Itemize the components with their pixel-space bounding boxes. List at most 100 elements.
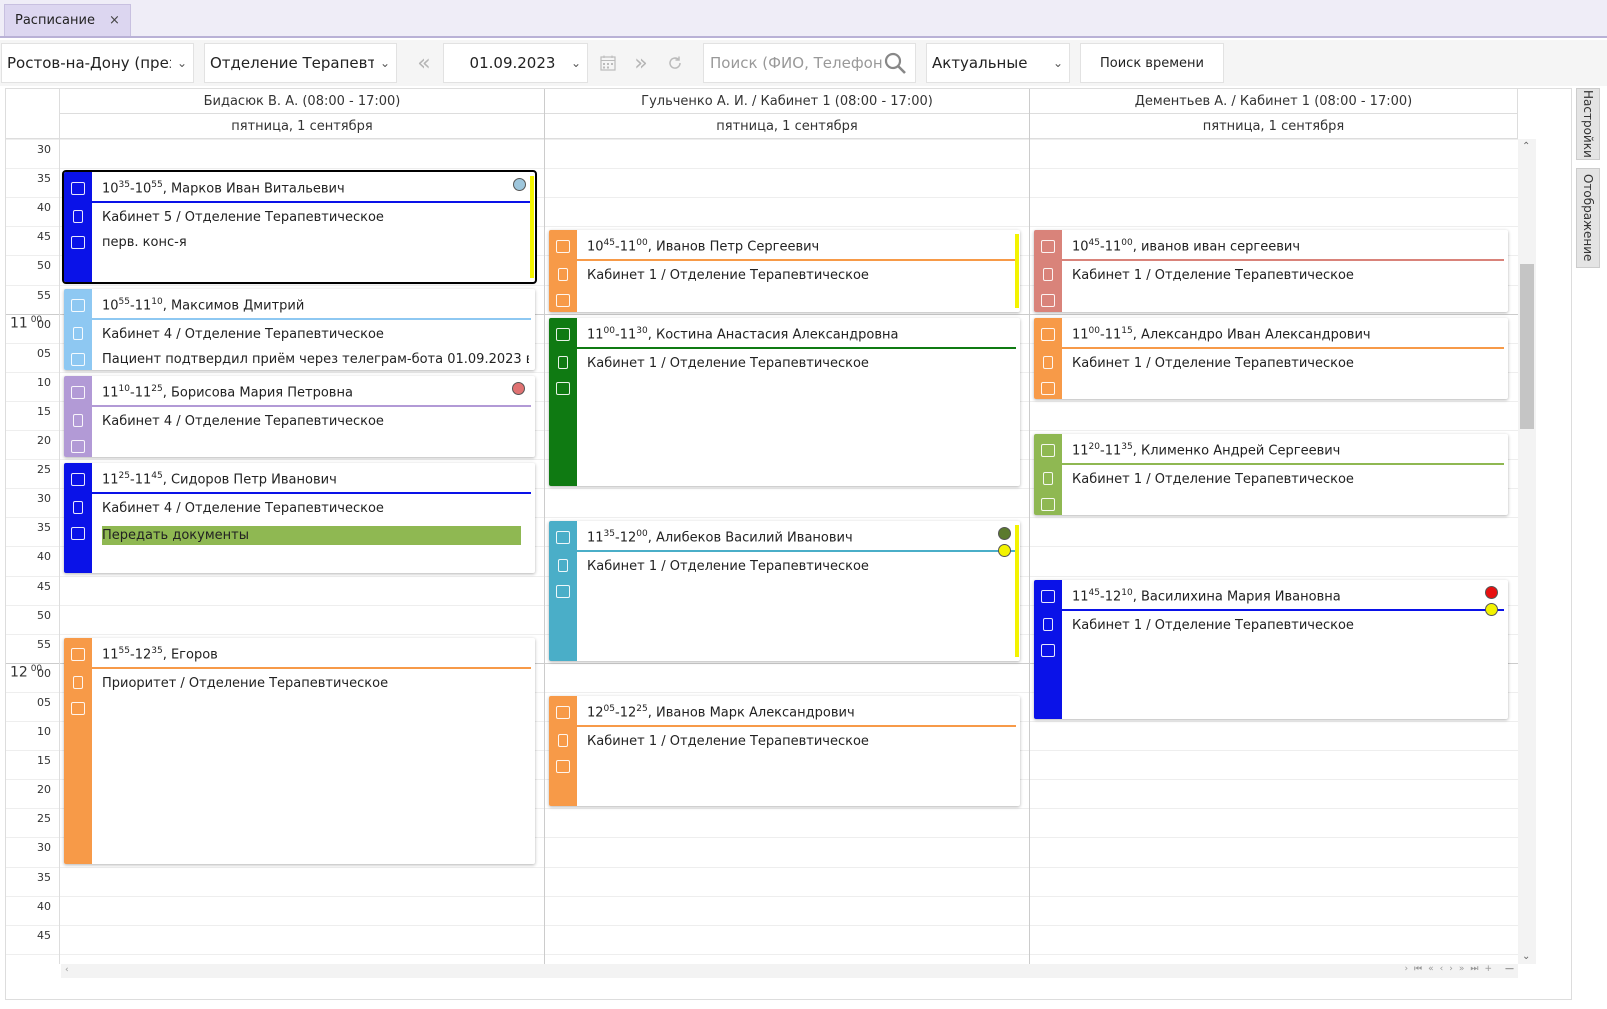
time-label: 45 (37, 230, 51, 244)
vertical-scrollbar[interactable]: ⌃ ⌄ (1518, 139, 1536, 964)
patient-card-icon[interactable] (1041, 327, 1055, 341)
status-dot (512, 381, 525, 395)
calendar-button[interactable] (591, 43, 625, 83)
comment-icon[interactable] (1041, 498, 1055, 511)
department-select[interactable]: Отделение Терапевтиче ⌄ (204, 43, 397, 83)
appointment-card[interactable]: 1045-1100, Иванов Петр Сергеевич Кабинет… (549, 230, 1020, 312)
side-tab-display[interactable]: Отображение (1576, 168, 1600, 268)
comment-icon[interactable] (1041, 381, 1055, 395)
patient-card-icon[interactable] (71, 385, 85, 399)
tab-schedule[interactable]: Расписание × (4, 4, 131, 36)
comment-icon[interactable] (556, 759, 570, 773)
patient-card-icon[interactable] (556, 705, 570, 719)
comment-icon[interactable] (556, 294, 570, 308)
refresh-button[interactable] (658, 43, 692, 83)
patient-card-icon[interactable] (556, 531, 570, 545)
comment-icon[interactable] (71, 701, 85, 715)
date-picker[interactable]: 01.09.2023 ⌄ (443, 43, 588, 83)
search-input[interactable]: Поиск (ФИО, Телефон) (704, 54, 883, 72)
prev-day-button[interactable]: « (407, 43, 441, 83)
time-label: 55 (37, 637, 51, 651)
search-box[interactable]: Поиск (ФИО, Телефон) (703, 43, 916, 83)
start-minute: 45 (1088, 587, 1100, 598)
patient-card-icon[interactable] (1041, 589, 1055, 603)
appointment-color-bar (549, 230, 577, 312)
patient-card-icon[interactable] (556, 240, 570, 254)
door-icon[interactable] (1043, 617, 1053, 631)
pager-controls-icon[interactable]: ›⏮«‹›»⏭+ (1404, 964, 1498, 974)
comment-icon[interactable] (71, 236, 85, 250)
door-icon[interactable] (558, 355, 568, 369)
scrollbar-thumb[interactable] (1520, 264, 1534, 429)
time-label: 20 (37, 783, 51, 797)
appointment-card[interactable]: 1155-1235, Егоров Приоритет / Отделение … (64, 637, 535, 865)
branch-select[interactable]: Ростов-на-Дону (презе ⌄ (1, 43, 194, 83)
find-time-button[interactable]: Поиск времени (1080, 43, 1224, 83)
appointment-color-bar (64, 375, 92, 458)
door-icon[interactable] (73, 501, 83, 515)
room-department: Кабинет 4 / Отделение Терапевтическое (102, 413, 384, 429)
patient-name: , Егоров (162, 647, 218, 663)
appointment-card[interactable]: 1045-1100, иванов иван сергеевич Кабинет… (1034, 230, 1508, 312)
comment-icon[interactable] (71, 527, 85, 541)
patient-card-icon[interactable] (1041, 444, 1055, 457)
door-icon[interactable] (73, 210, 83, 224)
door-icon[interactable] (1043, 472, 1053, 485)
patient-card-icon[interactable] (71, 298, 85, 312)
horizontal-scrollbar[interactable]: ‹ ›⏮«‹›»⏭+ — (61, 964, 1518, 978)
patient-card-icon[interactable] (71, 473, 85, 487)
zoom-out-icon[interactable]: — (1505, 964, 1514, 974)
close-icon[interactable]: × (109, 13, 120, 28)
appointment-card[interactable]: 1120-1135, Клименко Андрей Сергеевич Каб… (1034, 434, 1508, 516)
appointment-color-bar (64, 463, 92, 574)
appointment-card[interactable]: 1100-1115, Александро Иван Александрович… (1034, 317, 1508, 399)
door-icon[interactable] (73, 675, 83, 689)
comment-icon[interactable] (1041, 643, 1055, 657)
patient-card-icon[interactable] (1041, 240, 1055, 254)
patient-card-icon[interactable] (71, 647, 85, 661)
door-icon[interactable] (558, 733, 568, 747)
patient-card-icon[interactable] (556, 327, 570, 341)
scroll-up-icon[interactable]: ⌃ (1522, 141, 1530, 152)
door-icon[interactable] (558, 559, 568, 573)
appointment-card[interactable]: 1145-1210, Василихина Мария Ивановна Каб… (1034, 579, 1508, 719)
appointment-color-bar (1034, 579, 1062, 719)
comment-icon[interactable] (1041, 294, 1055, 308)
door-icon[interactable] (1043, 268, 1053, 282)
comment-icon[interactable] (71, 439, 85, 453)
scroll-down-icon[interactable]: ⌄ (1522, 951, 1530, 962)
time-label: 05 (37, 346, 51, 360)
room-department: Кабинет 4 / Отделение Терапевтическое (102, 326, 384, 342)
comment-icon[interactable] (71, 352, 85, 366)
comment-icon[interactable] (556, 585, 570, 599)
double-chevron-right-icon: » (634, 50, 648, 76)
appointment-card[interactable]: 1100-1130, Костина Анастасия Александров… (549, 317, 1020, 487)
end-minute: 00 (1121, 238, 1133, 249)
appointment-card[interactable]: 1125-1145, Сидоров Петр Иванович Кабинет… (64, 463, 535, 574)
appointment-card[interactable]: 1110-1125, Борисова Мария Петровна Кабин… (64, 375, 535, 458)
appointment-card[interactable]: 1035-1055, Марков Иван Витальевич Кабине… (62, 170, 537, 285)
appointment-card[interactable]: 1055-1110, Максимов Дмитрий Кабинет 4 / … (64, 288, 535, 370)
door-icon[interactable] (558, 268, 568, 282)
appointment-title: 1205-1225, Иванов Марк Александрович (587, 703, 855, 721)
scroll-left-icon[interactable]: ‹ (65, 965, 69, 975)
status-filter-select[interactable]: Актуальные ⌄ (926, 43, 1070, 83)
end-hour: 11 (134, 385, 152, 401)
start-hour: 10 (587, 239, 604, 255)
side-tab-settings[interactable]: Настройки (1576, 88, 1600, 160)
door-icon[interactable] (73, 326, 83, 340)
doctor-column-header: Бидасюк В. А. (08:00 - 17:00) пятница, 1 … (60, 89, 545, 139)
search-icon[interactable] (883, 51, 907, 75)
appointment-card[interactable]: 1205-1225, Иванов Марк Александрович Каб… (549, 695, 1020, 807)
tab-schedule-label: Расписание (15, 13, 95, 28)
appointment-card[interactable]: 1135-1200, Алибеков Василий Иванович Каб… (549, 521, 1020, 661)
door-icon[interactable] (73, 413, 83, 427)
appointment-title: 1100-1115, Александро Иван Александрович (1072, 325, 1371, 342)
door-icon[interactable] (1043, 355, 1053, 369)
appointment-title: 1135-1200, Алибеков Василий Иванович (587, 529, 853, 546)
comment-icon[interactable] (556, 381, 570, 395)
patient-card-icon[interactable] (71, 182, 85, 196)
next-day-button[interactable]: » (624, 43, 658, 83)
end-minute: 25 (636, 703, 648, 714)
end-hour: 11 (619, 326, 637, 342)
